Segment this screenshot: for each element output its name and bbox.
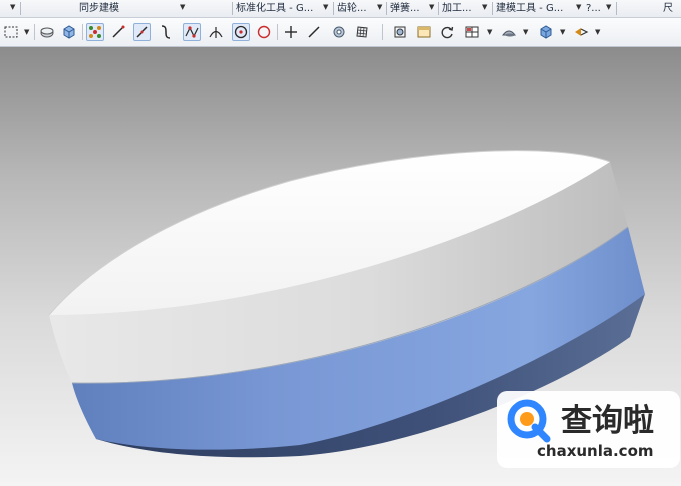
menu-group-sync-modeling[interactable]: 同步建模 [79, 2, 174, 15]
gear-view-icon[interactable] [330, 23, 348, 41]
cube-icon[interactable] [60, 23, 78, 41]
menu-separator [616, 2, 617, 15]
menu-separator [492, 2, 493, 15]
grid-icon[interactable] [353, 23, 371, 41]
toolbar-separator [277, 24, 278, 40]
dropdown-arrow-icon[interactable]: ▼ [606, 3, 611, 11]
toolbar-separator [382, 24, 383, 40]
menu-separator [20, 2, 21, 15]
dropdown-arrow-icon[interactable]: ▼ [377, 3, 382, 11]
circle-icon[interactable] [255, 23, 273, 41]
dropdown-arrow-icon[interactable]: ▼ [595, 28, 600, 36]
watermark-title: 查询啦 [561, 403, 654, 439]
select-box-icon[interactable] [2, 23, 20, 41]
curve-icon[interactable] [157, 23, 175, 41]
dropdown-arrow-icon[interactable]: ▼ [10, 3, 15, 11]
render-cube-icon[interactable] [537, 23, 555, 41]
slash-icon[interactable] [305, 23, 323, 41]
dropdown-arrow-icon[interactable]: ▼ [576, 3, 581, 11]
menu-group-standard-tools[interactable]: 标准化工具 - G... [236, 2, 321, 15]
menu-group-more[interactable]: ?... [586, 2, 606, 15]
layout-icon[interactable] [463, 23, 481, 41]
watermark: 查询啦 chaxunla.com [497, 391, 680, 468]
view-direction-icon[interactable] [572, 23, 590, 41]
snap-points-icon[interactable] [86, 23, 104, 41]
menu-separator [333, 2, 334, 15]
menu-group-spring[interactable]: 弹簧... [390, 2, 428, 15]
dropdown-arrow-icon[interactable]: ▼ [482, 3, 487, 11]
dropdown-arrow-icon[interactable]: ▼ [523, 28, 528, 36]
circle-center-icon[interactable] [232, 23, 250, 41]
watermark-url: chaxunla.com [537, 442, 654, 460]
shape-solid-icon[interactable] [38, 23, 56, 41]
toolbar: ▼ ▼ ▼ ▼ ▼ [0, 18, 681, 47]
dropdown-arrow-icon[interactable]: ▼ [560, 28, 565, 36]
menu-group-dimension[interactable]: 尺 [663, 2, 681, 15]
dropdown-arrow-icon[interactable]: ▼ [323, 3, 328, 11]
magnifier-logo-icon [507, 399, 551, 443]
menu-separator [438, 2, 439, 15]
menu-group-gear[interactable]: 齿轮... [337, 2, 375, 15]
point-curve-icon[interactable] [183, 23, 201, 41]
menu-bar: ▼ 同步建模 ▼ 标准化工具 - G... ▼ 齿轮... ▼ 弹簧... ▼ … [0, 0, 681, 18]
crosshair-icon[interactable] [282, 23, 300, 41]
menu-separator [232, 2, 233, 15]
toolbar-separator [82, 24, 83, 40]
rotate-icon[interactable] [438, 23, 456, 41]
shade-icon[interactable] [500, 23, 518, 41]
menu-group-modeling-tools[interactable]: 建模工具 - G... [496, 2, 574, 15]
line-icon[interactable] [109, 23, 127, 41]
menu-separator [386, 2, 387, 15]
dropdown-arrow-icon[interactable]: ▼ [487, 28, 492, 36]
perpendicular-icon[interactable] [207, 23, 225, 41]
diagonal-line-icon[interactable] [133, 23, 151, 41]
dropdown-arrow-icon[interactable]: ▼ [24, 28, 29, 36]
menu-group-machining[interactable]: 加工... [442, 2, 482, 15]
fit-view-icon[interactable] [391, 23, 409, 41]
dropdown-arrow-icon[interactable]: ▼ [429, 3, 434, 11]
window-icon[interactable] [415, 23, 433, 41]
dropdown-arrow-icon[interactable]: ▼ [180, 3, 185, 11]
toolbar-separator [34, 24, 35, 40]
